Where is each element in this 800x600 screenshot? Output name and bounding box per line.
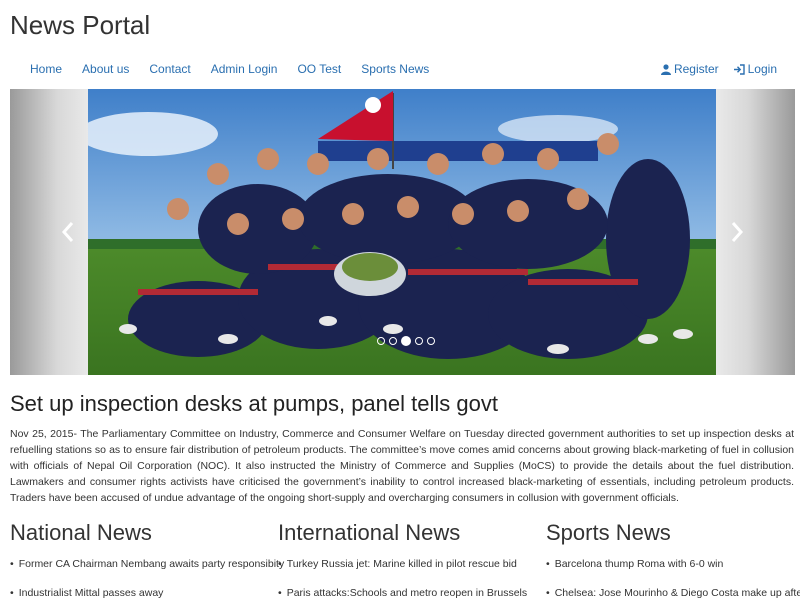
- nav-contact[interactable]: Contact: [139, 62, 200, 76]
- login-link[interactable]: Login: [726, 62, 784, 76]
- carousel-indicator[interactable]: [427, 337, 435, 345]
- carousel-indicator[interactable]: [415, 337, 423, 345]
- news-item[interactable]: Former CA Chairman Nembang awaits party …: [10, 558, 285, 570]
- site-title: News Portal: [10, 10, 151, 40]
- news-item[interactable]: Turkey Russia jet: Marine killed in pilo…: [278, 558, 527, 570]
- featured-article-body: Nov 25, 2015- The Parliamentary Committe…: [10, 428, 794, 504]
- nav-home[interactable]: Home: [20, 62, 72, 76]
- national-news-section: National News Former CA Chairman Nembang…: [10, 520, 284, 600]
- news-item[interactable]: Industrialist Mittal passes away: [10, 587, 284, 599]
- user-icon: [660, 63, 671, 75]
- register-link[interactable]: Register: [654, 62, 726, 76]
- carousel-prev-control[interactable]: [58, 217, 78, 247]
- nav-admin-login[interactable]: Admin Login: [201, 62, 288, 76]
- international-news-section: International News Turkey Russia jet: Ma…: [278, 520, 527, 600]
- section-title: National News: [10, 520, 152, 545]
- section-title: Sports News: [546, 520, 671, 545]
- carousel-indicator[interactable]: [389, 337, 397, 345]
- main-navbar: Home About us Contact Admin Login OO Tes…: [0, 52, 800, 86]
- nav-sports-news[interactable]: Sports News: [351, 62, 439, 76]
- nav-auth: Register Login: [654, 62, 784, 76]
- nav-oo-test[interactable]: OO Test: [287, 62, 351, 76]
- image-carousel: [10, 89, 795, 375]
- sports-news-section: Sports News Barcelona thump Roma with 6-…: [546, 520, 800, 600]
- news-item[interactable]: Barcelona thump Roma with 6-0 win: [546, 558, 800, 570]
- nav-links: Home About us Contact Admin Login OO Tes…: [20, 62, 439, 76]
- section-title: International News: [278, 520, 461, 545]
- carousel-next-control[interactable]: [727, 217, 747, 247]
- news-item[interactable]: Paris attacks:Schools and metro reopen i…: [278, 587, 527, 599]
- nav-about-us[interactable]: About us: [72, 62, 139, 76]
- carousel-indicator-active[interactable]: [401, 336, 411, 346]
- carousel-indicators: [375, 336, 437, 346]
- featured-headline[interactable]: Set up inspection desks at pumps, panel …: [10, 391, 498, 417]
- login-icon: [733, 63, 745, 75]
- news-item[interactable]: Chelsea: Jose Mourinho & Diego Costa mak…: [546, 587, 800, 599]
- carousel-slide-image: [88, 89, 716, 375]
- team-celebration-photo: [88, 89, 716, 375]
- register-label: Register: [673, 62, 719, 76]
- carousel-indicator[interactable]: [377, 337, 385, 345]
- login-label: Login: [747, 62, 777, 76]
